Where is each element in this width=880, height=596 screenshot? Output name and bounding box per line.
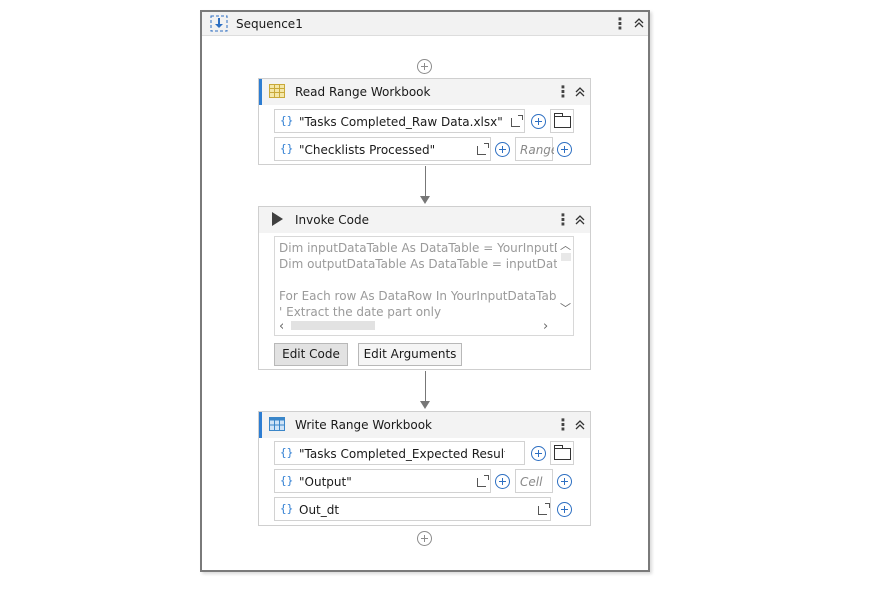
workbook-path-field[interactable]: {} "Tasks Completed_Raw Data.xlsx" bbox=[274, 109, 525, 133]
read-range-workbook-activity[interactable]: Read Range Workbook ⋮ {} "Tasks Complete… bbox=[258, 78, 591, 165]
code-line: Dim inputDataTable As DataTable = YourIn… bbox=[279, 241, 573, 255]
scroll-left-icon[interactable]: ‹ bbox=[279, 320, 284, 333]
sheet-name-plus-icon[interactable] bbox=[495, 142, 510, 157]
write-range-header[interactable]: Write Range Workbook ⋮ bbox=[259, 412, 590, 438]
add-activity-bottom-icon[interactable] bbox=[417, 531, 432, 546]
code-line: ' Extract the date part only bbox=[279, 305, 442, 319]
expand-editor-icon[interactable] bbox=[477, 143, 489, 155]
expand-editor-icon[interactable] bbox=[511, 115, 523, 127]
horizontal-scrollbar[interactable]: ‹ › bbox=[275, 319, 573, 335]
sheet-name-field[interactable]: {} "Checklists Processed" bbox=[274, 137, 491, 161]
expression-brace-icon: {} bbox=[280, 446, 294, 459]
scroll-right-icon[interactable]: › bbox=[543, 320, 548, 333]
connector-line bbox=[425, 371, 426, 401]
vertical-scrollbar[interactable]: ︿ ﹀ bbox=[557, 237, 573, 321]
sequence-collapse-icon[interactable] bbox=[633, 17, 645, 29]
cell-placeholder: Cell bbox=[520, 475, 543, 489]
connector-arrow-icon bbox=[420, 196, 430, 204]
workbook-path-plus-icon[interactable] bbox=[531, 446, 546, 461]
play-icon bbox=[272, 212, 283, 226]
expression-brace-icon: {} bbox=[280, 142, 294, 155]
workbook-path-field[interactable]: {} "Tasks Completed_Expected Result.xlsx… bbox=[274, 441, 525, 465]
invoke-code-title: Invoke Code bbox=[295, 213, 370, 227]
write-range-workbook-activity[interactable]: Write Range Workbook ⋮ {} "Tasks Complet… bbox=[258, 411, 591, 526]
expression-brace-icon: {} bbox=[280, 502, 294, 515]
datatable-field[interactable]: {} Out_dt bbox=[274, 497, 551, 521]
sequence-icon bbox=[210, 15, 228, 32]
sheet-name-value: "Checklists Processed" bbox=[299, 143, 436, 157]
folder-icon bbox=[554, 445, 571, 460]
horizontal-scroll-thumb[interactable] bbox=[291, 321, 375, 330]
code-editor[interactable]: Dim inputDataTable As DataTable = YourIn… bbox=[274, 236, 574, 336]
write-range-collapse-icon[interactable] bbox=[574, 419, 586, 431]
datatable-plus-icon[interactable] bbox=[557, 502, 572, 517]
browse-folder-button[interactable] bbox=[550, 109, 574, 133]
sheet-name-field[interactable]: {} "Output" bbox=[274, 469, 491, 493]
sequence-title: Sequence1 bbox=[236, 17, 303, 31]
read-range-collapse-icon[interactable] bbox=[574, 86, 586, 98]
sequence-header[interactable]: Sequence1 ⋮ bbox=[202, 12, 648, 36]
scroll-down-icon[interactable]: ﹀ bbox=[560, 303, 571, 314]
range-field[interactable]: Range bbox=[515, 137, 554, 161]
connector-arrow-icon bbox=[420, 401, 430, 409]
workbook-path-value: "Tasks Completed_Expected Result.xlsx" bbox=[299, 447, 505, 461]
connector-line bbox=[425, 166, 426, 196]
read-range-title: Read Range Workbook bbox=[295, 85, 431, 99]
excel-write-icon bbox=[269, 417, 285, 431]
scroll-up-icon[interactable]: ︿ bbox=[560, 240, 571, 251]
excel-read-icon bbox=[269, 84, 285, 98]
read-range-header[interactable]: Read Range Workbook ⋮ bbox=[259, 79, 590, 105]
edit-arguments-button[interactable]: Edit Arguments bbox=[358, 343, 462, 366]
add-activity-top-icon[interactable] bbox=[417, 59, 432, 74]
range-placeholder: Range bbox=[520, 143, 554, 157]
read-range-more-icon[interactable]: ⋮ bbox=[555, 84, 571, 100]
expand-editor-icon[interactable] bbox=[538, 503, 550, 515]
invoke-code-more-icon[interactable]: ⋮ bbox=[555, 212, 571, 228]
write-range-more-icon[interactable]: ⋮ bbox=[555, 417, 571, 433]
workbook-path-value: "Tasks Completed_Raw Data.xlsx" bbox=[299, 115, 503, 129]
vertical-scroll-thumb[interactable] bbox=[561, 253, 571, 261]
cell-field[interactable]: Cell bbox=[515, 469, 553, 493]
folder-icon bbox=[554, 113, 571, 128]
edit-code-button[interactable]: Edit Code bbox=[274, 343, 348, 366]
invoke-code-header[interactable]: Invoke Code ⋮ bbox=[259, 207, 590, 233]
sheet-name-plus-icon[interactable] bbox=[495, 474, 510, 489]
code-line: For Each row As DataRow In YourInputData… bbox=[279, 289, 574, 303]
range-plus-icon[interactable] bbox=[557, 142, 572, 157]
write-range-title: Write Range Workbook bbox=[295, 418, 432, 432]
expression-brace-icon: {} bbox=[280, 114, 294, 127]
sequence-more-options-icon[interactable]: ⋮ bbox=[612, 16, 628, 32]
code-line: Dim outputDataTable As DataTable = input… bbox=[279, 257, 573, 271]
browse-folder-button[interactable] bbox=[550, 441, 574, 465]
workbook-path-plus-icon[interactable] bbox=[531, 114, 546, 129]
expression-brace-icon: {} bbox=[280, 474, 294, 487]
invoke-code-collapse-icon[interactable] bbox=[574, 214, 586, 226]
sheet-name-value: "Output" bbox=[299, 475, 352, 489]
datatable-value: Out_dt bbox=[299, 503, 340, 517]
invoke-code-activity[interactable]: Invoke Code ⋮ Dim inputDataTable As Data… bbox=[258, 206, 591, 370]
cell-plus-icon[interactable] bbox=[557, 474, 572, 489]
expand-editor-icon[interactable] bbox=[477, 475, 489, 487]
